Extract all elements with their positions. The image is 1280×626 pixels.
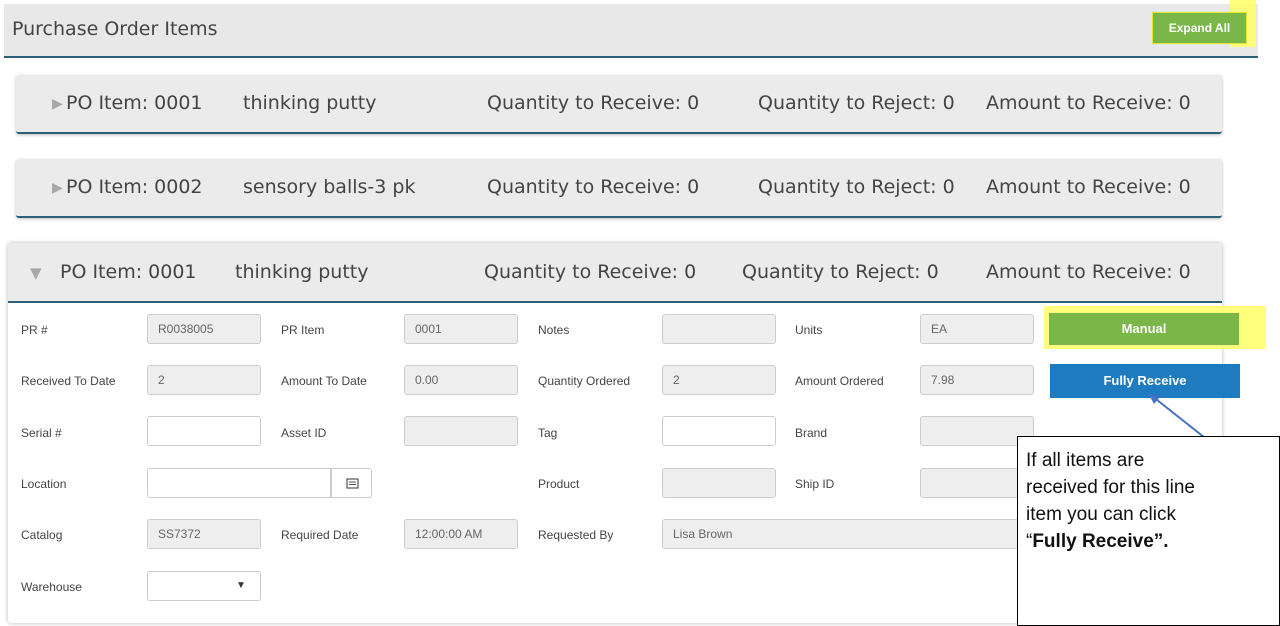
callout-line: item you can click	[1026, 504, 1176, 525]
quantity-to-receive: Quantity to Receive: 0	[487, 176, 700, 198]
section-header: Purchase Order Items	[4, 4, 1258, 58]
location-picker-button[interactable]	[331, 468, 372, 498]
pr-item-field: 0001	[404, 314, 518, 344]
quantity-to-reject: Quantity to Reject: 0	[758, 176, 955, 198]
quantity-ordered-label: Quantity Ordered	[538, 374, 631, 388]
annotation-callout: If all items are received for this line …	[1017, 436, 1280, 626]
collapse-arrow-icon[interactable]: ▼	[30, 264, 42, 282]
po-item-number: PO Item: 0002	[66, 176, 203, 198]
notes-label: Notes	[538, 323, 570, 337]
list-icon	[346, 478, 359, 489]
tag-label: Tag	[538, 426, 558, 440]
quantity-ordered-field: 2	[662, 365, 776, 395]
pr-number-label: PR #	[21, 323, 48, 337]
quantity-to-reject: Quantity to Reject: 0	[742, 261, 939, 283]
pr-item-label: PR Item	[281, 323, 325, 337]
serial-label: Serial #	[21, 426, 62, 440]
po-item-description: thinking putty	[243, 92, 377, 114]
catalog-field: SS7372	[147, 519, 261, 549]
units-field: EA	[920, 314, 1034, 344]
notes-field	[662, 314, 776, 344]
section-title: Purchase Order Items	[12, 18, 218, 40]
expand-arrow-icon[interactable]: ▶	[52, 96, 63, 112]
callout-line: received for this line	[1026, 477, 1195, 498]
manual-button[interactable]: Manual	[1049, 313, 1239, 345]
callout-bold: Fully Receive”.	[1032, 531, 1169, 552]
requested-by-label: Requested By	[538, 528, 614, 542]
po-item-row-collapsed[interactable]: ▶ PO Item: 0001 thinking putty Quantity …	[16, 75, 1222, 134]
warehouse-label: Warehouse	[21, 580, 82, 594]
units-label: Units	[795, 323, 823, 337]
po-item-description: thinking putty	[235, 261, 369, 283]
amount-to-date-label: Amount To Date	[281, 374, 367, 388]
po-item-number: PO Item: 0001	[60, 261, 197, 283]
quantity-to-reject: Quantity to Reject: 0	[758, 92, 955, 114]
asset-id-field	[404, 416, 518, 446]
expand-all-button[interactable]: Expand All	[1152, 12, 1247, 44]
serial-input[interactable]	[147, 416, 261, 446]
requested-by-field: Lisa Brown	[662, 519, 1022, 549]
po-item-number: PO Item: 0001	[66, 92, 203, 114]
product-field	[662, 468, 776, 498]
required-date-label: Required Date	[281, 528, 359, 542]
amount-to-receive: Amount to Receive: 0	[986, 261, 1191, 283]
po-item-description: sensory balls-3 pk	[243, 176, 416, 198]
quantity-to-receive: Quantity to Receive: 0	[484, 261, 697, 283]
catalog-label: Catalog	[21, 528, 63, 542]
amount-to-receive: Amount to Receive: 0	[986, 92, 1191, 114]
ship-id-label: Ship ID	[795, 477, 835, 491]
warehouse-select[interactable]: ▼	[147, 571, 261, 601]
received-to-date-label: Received To Date	[21, 374, 116, 388]
tag-input[interactable]	[662, 416, 776, 446]
callout-line: If all items are	[1026, 450, 1145, 471]
location-input[interactable]	[147, 468, 331, 498]
amount-ordered-field: 7.98	[920, 365, 1034, 395]
pr-number-field: R0038005	[147, 314, 261, 344]
amount-to-receive: Amount to Receive: 0	[986, 176, 1191, 198]
amount-to-date-field: 0.00	[404, 365, 518, 395]
location-label: Location	[21, 477, 67, 491]
dropdown-arrow-icon: ▼	[236, 580, 246, 591]
product-label: Product	[538, 477, 580, 491]
amount-ordered-label: Amount Ordered	[795, 374, 884, 388]
received-to-date-field: 2	[147, 365, 261, 395]
po-item-row-expanded[interactable]: ▼ PO Item: 0001 thinking putty Quantity …	[8, 243, 1222, 303]
asset-id-label: Asset ID	[281, 426, 327, 440]
quantity-to-receive: Quantity to Receive: 0	[487, 92, 700, 114]
brand-label: Brand	[795, 426, 828, 440]
required-date-field: 12:00:00 AM	[404, 519, 518, 549]
expand-arrow-icon[interactable]: ▶	[52, 180, 63, 196]
po-item-row-collapsed[interactable]: ▶ PO Item: 0002 sensory balls-3 pk Quant…	[16, 159, 1222, 218]
